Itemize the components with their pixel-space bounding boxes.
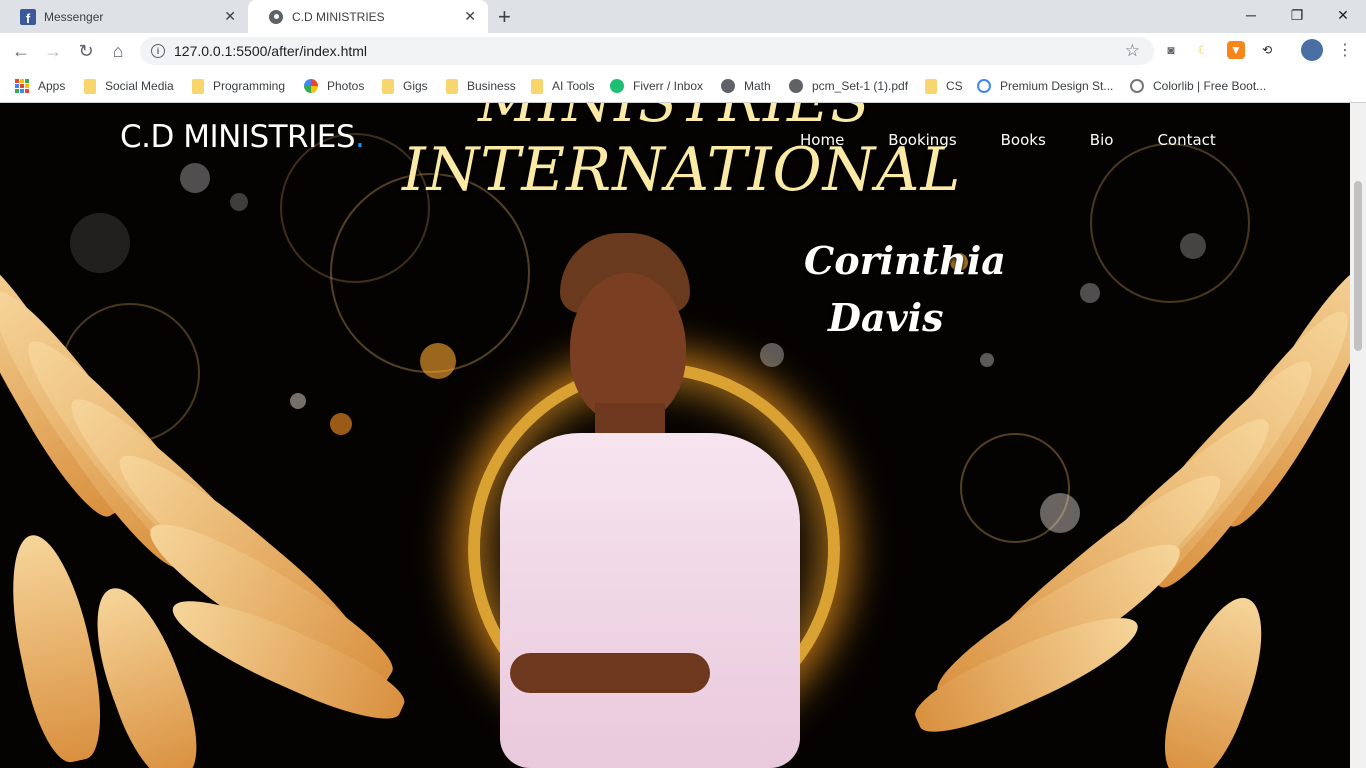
bookmark-apps[interactable]: Apps xyxy=(15,69,65,103)
page-viewport: MINISTRIES INTERNATIONAL C.D MINISTRIES.… xyxy=(0,103,1350,768)
link-icon xyxy=(977,79,991,93)
close-tab-icon[interactable]: ✕ xyxy=(224,8,236,25)
metamask-fox-icon[interactable]: ▼ xyxy=(1227,41,1245,59)
globe-icon xyxy=(789,79,803,93)
name-first: Corinthia xyxy=(804,238,1006,283)
bookmark-pcm-set[interactable]: pcm_Set-1 (1).pdf xyxy=(789,69,908,103)
bookmark-label: Apps xyxy=(38,79,66,93)
bookmark-label: Fiverr / Inbox xyxy=(633,79,704,93)
camera-icon[interactable]: ◙ xyxy=(1162,41,1180,59)
photos-pinwheel-icon xyxy=(304,79,318,93)
globe-icon xyxy=(268,9,284,25)
folder-icon xyxy=(84,78,96,94)
right-wing-graphic xyxy=(880,203,1350,768)
minimize-icon[interactable]: ─ xyxy=(1228,0,1274,30)
new-tab-button[interactable]: + xyxy=(498,4,511,30)
home-icon[interactable]: ⌂ xyxy=(107,40,129,62)
bookmark-label: Premium Design St... xyxy=(1000,79,1114,93)
info-icon[interactable]: i xyxy=(151,44,165,58)
tab-title: C.D MINISTRIES xyxy=(292,9,385,24)
bookmark-math[interactable]: Math xyxy=(721,69,771,103)
site-logo[interactable]: C.D MINISTRIES. xyxy=(120,119,365,155)
close-tab-icon[interactable]: ✕ xyxy=(464,8,476,25)
folder-icon xyxy=(925,78,937,94)
nav-bookings[interactable]: Bookings xyxy=(888,131,956,149)
fiverr-icon xyxy=(610,79,624,93)
toolbar: ← → ↻ ⌂ i 127.0.0.1:5500/after/index.htm… xyxy=(0,33,1366,69)
page-scrollbar[interactable] xyxy=(1350,103,1366,768)
bookmark-label: Gigs xyxy=(403,79,428,93)
name-last: Davis xyxy=(828,295,944,340)
tab-cd-ministries[interactable]: C.D MINISTRIES ✕ xyxy=(248,0,488,33)
tab-messenger[interactable]: f Messenger ✕ xyxy=(0,0,248,33)
bookmark-label: AI Tools xyxy=(552,79,595,93)
address-bar[interactable]: i 127.0.0.1:5500/after/index.html ☆ xyxy=(140,37,1154,65)
bookmark-label: Photos xyxy=(327,79,365,93)
reload-icon[interactable]: ↻ xyxy=(75,40,97,62)
tab-title: Messenger xyxy=(44,9,104,24)
folder-icon xyxy=(531,78,543,94)
bookmark-ai-tools[interactable]: AI Tools xyxy=(531,69,594,103)
bookmark-gigs[interactable]: Gigs xyxy=(382,69,428,103)
menu-kebab-icon[interactable]: ⋮ xyxy=(1336,41,1354,59)
sync-icon[interactable]: ⟲ xyxy=(1258,41,1276,59)
logo-dot: . xyxy=(355,119,365,155)
nav-home[interactable]: Home xyxy=(800,131,844,149)
portrait-photo xyxy=(480,233,820,768)
apps-grid-icon xyxy=(15,79,29,93)
scrollbar-thumb[interactable] xyxy=(1354,181,1362,351)
profile-avatar[interactable] xyxy=(1301,39,1323,61)
wordpress-icon xyxy=(1130,79,1144,93)
tab-strip: f Messenger ✕ C.D MINISTRIES ✕ + ─ ❐ ✕ xyxy=(0,0,1366,33)
folder-icon xyxy=(446,78,458,94)
bookmark-label: Math xyxy=(744,79,771,93)
bookmark-label: Business xyxy=(467,79,516,93)
bookmark-cs[interactable]: CS xyxy=(925,69,963,103)
facebook-icon: f xyxy=(20,8,36,25)
bookmark-label: CS xyxy=(946,79,963,93)
bookmark-label: Colorlib | Free Boot... xyxy=(1153,79,1267,93)
bookmark-programming[interactable]: Programming xyxy=(192,69,285,103)
moon-icon[interactable]: ☾ xyxy=(1194,41,1212,59)
bookmark-label: Social Media xyxy=(105,79,174,93)
bookmark-label: pcm_Set-1 (1).pdf xyxy=(812,79,909,93)
browser-chrome: f Messenger ✕ C.D MINISTRIES ✕ + ─ ❐ ✕ ←… xyxy=(0,0,1366,103)
folder-icon xyxy=(382,78,394,94)
bookmarks-bar: Apps Social Media Programming Photos Gig… xyxy=(0,69,1366,103)
window-controls: ─ ❐ ✕ xyxy=(1228,0,1366,30)
back-arrow-icon[interactable]: ← xyxy=(10,40,32,62)
folder-icon xyxy=(192,78,204,94)
left-wing-graphic xyxy=(0,203,460,768)
close-window-icon[interactable]: ✕ xyxy=(1320,0,1366,30)
bookmark-photos[interactable]: Photos xyxy=(304,69,364,103)
logo-text: C.D MINISTRIES xyxy=(120,119,356,155)
bookmark-premium-design[interactable]: Premium Design St... xyxy=(977,69,1113,103)
restore-icon[interactable]: ❐ xyxy=(1274,0,1320,30)
bookmark-star-icon[interactable]: ☆ xyxy=(1125,41,1140,61)
nav-bio[interactable]: Bio xyxy=(1090,131,1114,149)
globe-icon xyxy=(721,79,735,93)
nav-contact[interactable]: Contact xyxy=(1157,131,1215,149)
main-nav: Home Bookings Books Bio Contact xyxy=(800,131,1260,149)
url-text[interactable]: 127.0.0.1:5500/after/index.html xyxy=(174,43,367,59)
bookmark-social-media[interactable]: Social Media xyxy=(84,69,174,103)
bookmark-label: Programming xyxy=(213,79,286,93)
bookmark-fiverr-inbox[interactable]: Fiverr / Inbox xyxy=(610,69,703,103)
forward-arrow-icon[interactable]: → xyxy=(42,40,64,62)
bookmark-colorlib[interactable]: Colorlib | Free Boot... xyxy=(1130,69,1266,103)
nav-books[interactable]: Books xyxy=(1001,131,1046,149)
bookmark-business[interactable]: Business xyxy=(446,69,516,103)
